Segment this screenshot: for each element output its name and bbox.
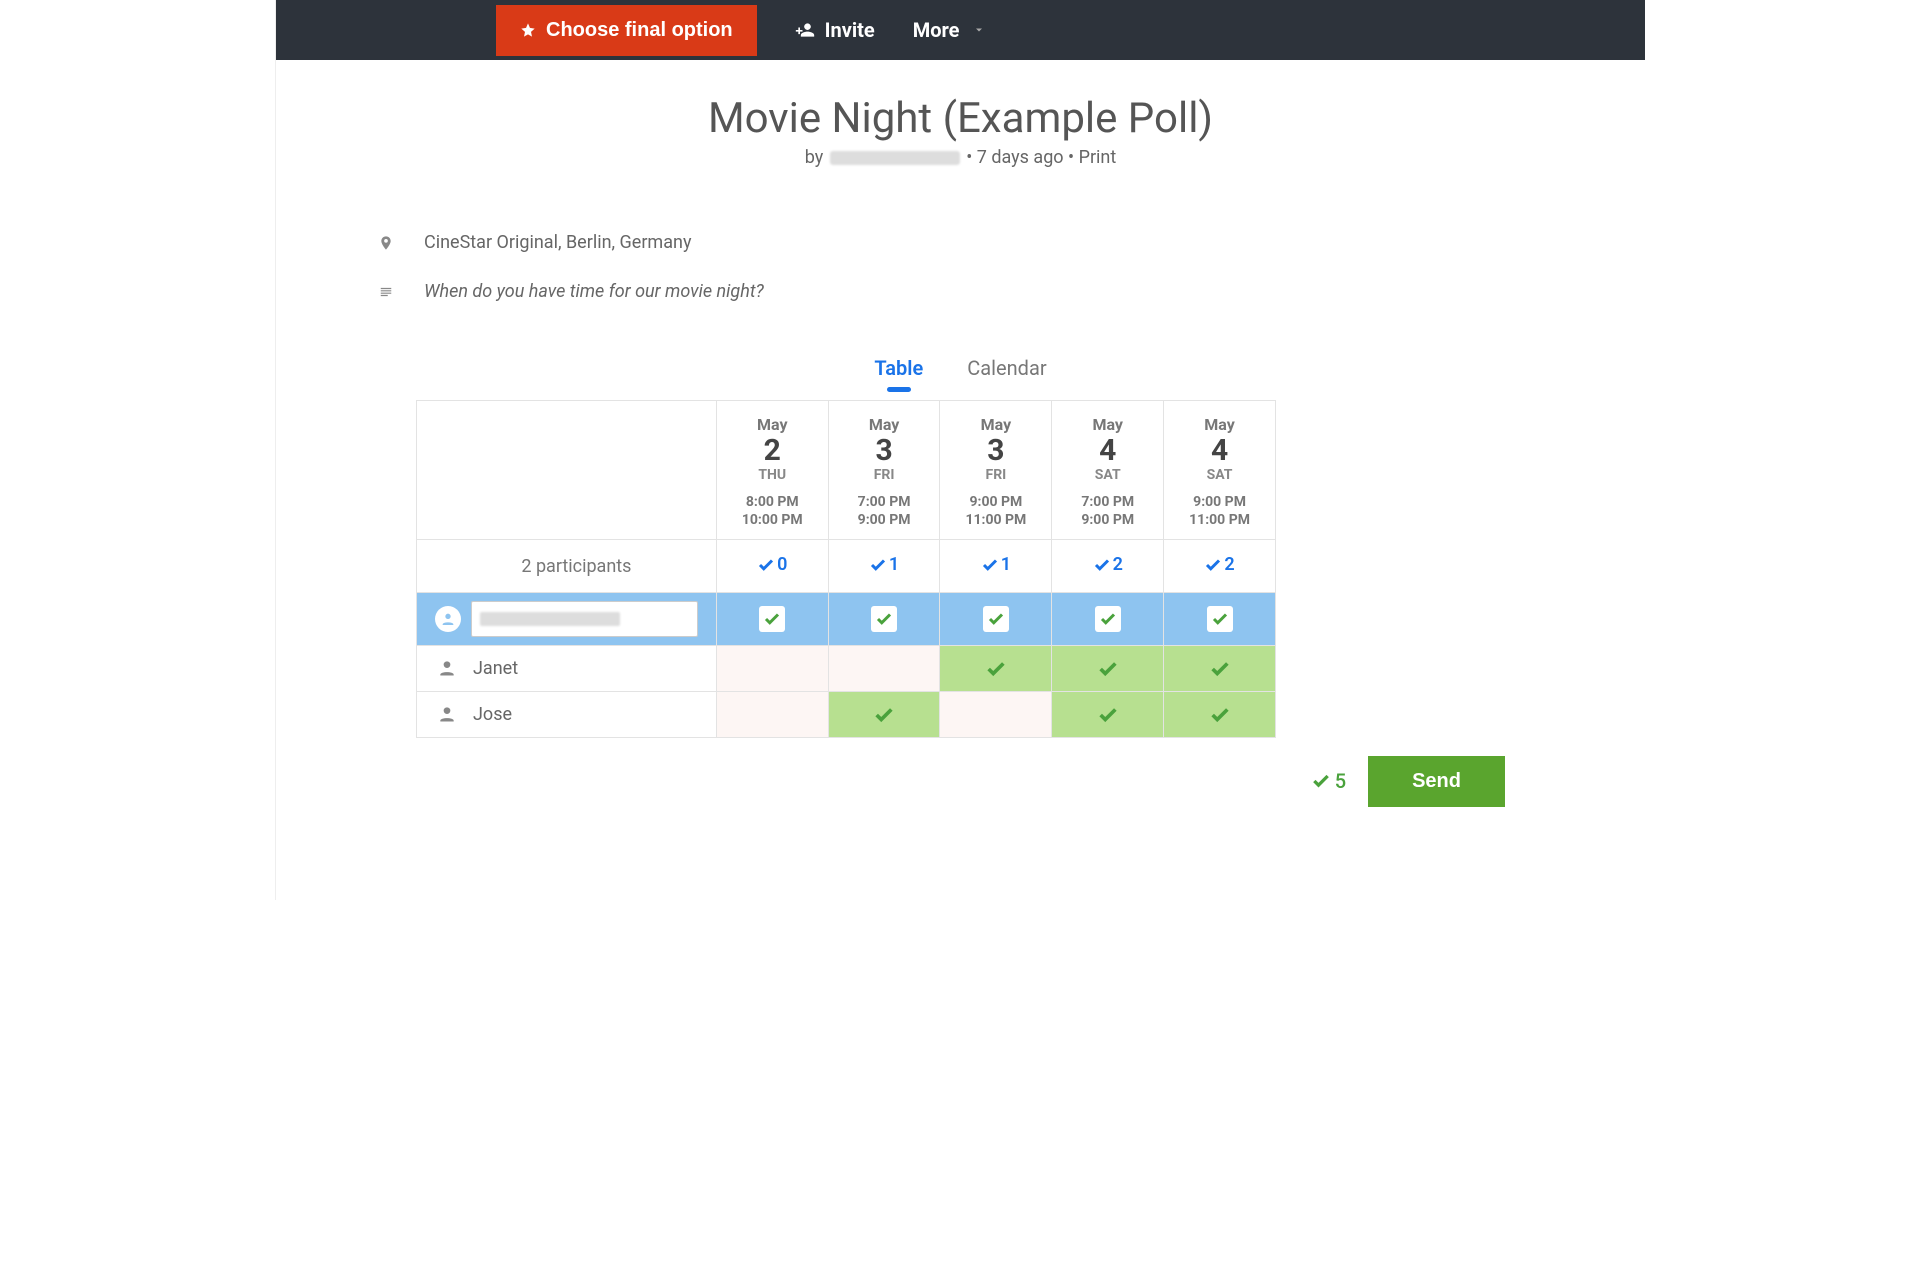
person-icon	[437, 704, 457, 724]
vote-cell	[1052, 691, 1164, 737]
check-icon	[1207, 606, 1233, 632]
more-label: More	[913, 18, 960, 42]
description-icon	[376, 285, 396, 299]
check-icon	[1097, 702, 1119, 727]
participant-name: Jose	[473, 704, 512, 725]
option-header-0: May 2 THU 8:00 PM 10:00 PM	[716, 401, 828, 540]
participant-row-0: Janet	[417, 645, 1276, 691]
participant-name: Janet	[473, 658, 518, 679]
info-section: CineStar Original, Berlin, Germany When …	[376, 176, 1645, 346]
vote-cell	[828, 691, 940, 737]
send-button[interactable]: Send	[1368, 756, 1505, 807]
by-prefix: by	[805, 147, 824, 168]
footer: 5 Send	[276, 756, 1505, 807]
print-link[interactable]: Print	[1079, 147, 1117, 168]
check-icon	[873, 702, 895, 727]
name-input-redacted	[480, 612, 620, 626]
vote-cell	[940, 645, 1052, 691]
location-text: CineStar Original, Berlin, Germany	[424, 232, 691, 253]
choose-final-option-button[interactable]: Choose final option	[496, 5, 757, 56]
description-text: When do you have time for our movie nigh…	[424, 281, 764, 302]
description-row: When do you have time for our movie nigh…	[376, 281, 1645, 302]
summary-cell-2: 1	[940, 540, 1052, 593]
byline-sep2: •	[1068, 147, 1079, 168]
chevron-down-icon	[973, 22, 985, 38]
vote-cell	[716, 691, 828, 737]
check-icon	[983, 606, 1009, 632]
my-vote-cell-1[interactable]	[828, 592, 940, 645]
author-redacted	[830, 151, 960, 165]
option-header-2: May 3 FRI 9:00 PM 11:00 PM	[940, 401, 1052, 540]
check-icon	[1095, 606, 1121, 632]
location-row: CineStar Original, Berlin, Germany	[376, 232, 1645, 253]
invite-icon	[795, 20, 815, 40]
vote-cell	[1164, 691, 1276, 737]
more-menu[interactable]: More	[913, 18, 986, 42]
check-icon	[985, 656, 1007, 681]
header-empty	[417, 401, 717, 540]
check-icon	[871, 606, 897, 632]
my-yes-count: 5	[1311, 769, 1346, 793]
check-icon	[1097, 656, 1119, 681]
poll-title: Movie Night (Example Poll)	[276, 94, 1645, 143]
option-header-3: May 4 SAT 7:00 PM 9:00 PM	[1052, 401, 1164, 540]
time-ago: 7 days ago	[977, 147, 1064, 168]
vote-cell	[716, 645, 828, 691]
check-icon	[1209, 656, 1231, 681]
my-vote-cell-4[interactable]	[1164, 592, 1276, 645]
check-icon	[1209, 702, 1231, 727]
tab-calendar[interactable]: Calendar	[967, 356, 1046, 386]
vote-cell	[1052, 645, 1164, 691]
summary-cell-3: 2	[1052, 540, 1164, 593]
title-section: Movie Night (Example Poll) by • 7 days a…	[276, 60, 1645, 176]
name-input[interactable]	[471, 601, 698, 637]
byline-sep1: •	[966, 147, 972, 168]
invite-button[interactable]: Invite	[795, 18, 875, 42]
view-tabs: Table Calendar	[276, 356, 1645, 386]
star-icon	[520, 22, 536, 38]
check-icon	[759, 606, 785, 632]
invite-label: Invite	[825, 18, 875, 42]
participant-row-1: Jose	[417, 691, 1276, 737]
vote-cell	[940, 691, 1052, 737]
vote-cell	[1164, 645, 1276, 691]
choose-final-option-label: Choose final option	[546, 19, 733, 42]
my-vote-cell-0[interactable]	[716, 592, 828, 645]
option-header-1: May 3 FRI 7:00 PM 9:00 PM	[828, 401, 940, 540]
option-header-4: May 4 SAT 9:00 PM 11:00 PM	[1164, 401, 1276, 540]
topbar: Choose final option Invite More	[276, 0, 1645, 60]
header-row: May 2 THU 8:00 PM 10:00 PM May 3 FRI 7:0…	[417, 401, 1276, 540]
summary-row: 2 participants 0 1 1 2 2	[417, 540, 1276, 593]
location-icon	[376, 233, 396, 253]
participants-count-label: 2 participants	[417, 540, 717, 593]
my-vote-row	[417, 592, 1276, 645]
tab-table[interactable]: Table	[874, 356, 923, 386]
summary-cell-0: 0	[716, 540, 828, 593]
byline: by • 7 days ago • Print	[276, 147, 1645, 168]
summary-cell-1: 1	[828, 540, 940, 593]
vote-cell	[828, 645, 940, 691]
poll-table: May 2 THU 8:00 PM 10:00 PM May 3 FRI 7:0…	[416, 400, 1276, 738]
my-vote-cell-2[interactable]	[940, 592, 1052, 645]
person-icon	[435, 606, 461, 632]
summary-cell-4: 2	[1164, 540, 1276, 593]
my-vote-cell-3[interactable]	[1052, 592, 1164, 645]
person-icon	[437, 658, 457, 678]
